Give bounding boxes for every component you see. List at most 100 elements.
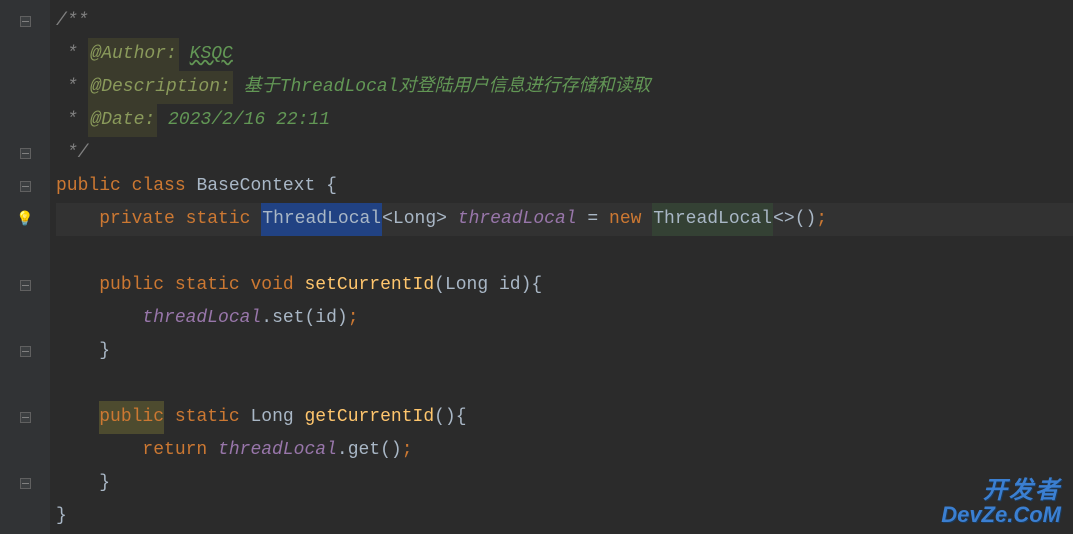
- editor-gutter: 💡: [0, 0, 50, 534]
- intention-bulb-icon[interactable]: 💡: [16, 211, 33, 228]
- semicolon: ;: [816, 203, 827, 236]
- keyword-public-highlighted: public: [99, 401, 164, 434]
- gutter-row: [0, 236, 50, 269]
- gutter-row: [0, 104, 50, 137]
- field-threadlocal: threadLocal: [142, 302, 261, 335]
- code-line[interactable]: public static void setCurrentId(Long id)…: [56, 269, 1073, 302]
- semicolon: ;: [402, 434, 413, 467]
- type-threadlocal-match: ThreadLocal: [652, 203, 773, 236]
- parentheses: (): [795, 203, 817, 236]
- code-line[interactable]: }: [56, 335, 1073, 368]
- fold-toggle-icon[interactable]: [20, 412, 31, 423]
- javadoc-tag-description: @Description:: [88, 71, 232, 104]
- method-getcurrentid: getCurrentId: [305, 401, 435, 434]
- class-name: BaseContext: [196, 170, 315, 203]
- angle-bracket: >: [436, 203, 447, 236]
- fold-toggle-icon[interactable]: [20, 280, 31, 291]
- code-line[interactable]: public class BaseContext {: [56, 170, 1073, 203]
- code-line[interactable]: return threadLocal.get();: [56, 434, 1073, 467]
- brace-close: }: [99, 335, 110, 368]
- keyword-new: new: [609, 203, 641, 236]
- gutter-row: [0, 335, 50, 368]
- semicolon: ;: [348, 302, 359, 335]
- code-line[interactable]: * @Description: 基于ThreadLocal对登陆用户信息进行存储…: [56, 71, 1073, 104]
- brace-open: {: [326, 170, 337, 203]
- fold-toggle-icon[interactable]: [20, 346, 31, 357]
- gutter-row: [0, 71, 50, 104]
- code-line[interactable]: }: [56, 467, 1073, 500]
- code-line[interactable]: public static Long getCurrentId(){: [56, 401, 1073, 434]
- javadoc-tag-date: @Date:: [88, 104, 157, 137]
- diamond-operator: <>: [773, 203, 795, 236]
- dot-operator: .: [261, 302, 272, 335]
- javadoc-close: */: [56, 137, 88, 170]
- comment-prefix: *: [56, 104, 88, 137]
- fold-toggle-icon[interactable]: [20, 16, 31, 27]
- return-type-long: Long: [250, 401, 293, 434]
- fold-toggle-icon[interactable]: [20, 148, 31, 159]
- field-threadlocal: threadLocal: [458, 203, 577, 236]
- code-line-current[interactable]: private static ThreadLocal<Long> threadL…: [56, 203, 1073, 236]
- brace-close: }: [99, 467, 110, 500]
- brace-close: }: [56, 500, 67, 533]
- brace-open: {: [456, 401, 467, 434]
- keyword-class: class: [132, 170, 186, 203]
- code-line[interactable]: */: [56, 137, 1073, 170]
- gutter-row: [0, 434, 50, 467]
- keyword-static: static: [175, 269, 240, 302]
- keyword-private: private: [99, 203, 175, 236]
- method-setcurrentid: setCurrentId: [305, 269, 435, 302]
- javadoc-tag-author: @Author:: [88, 38, 178, 71]
- keyword-public: public: [99, 269, 164, 302]
- fold-toggle-icon[interactable]: [20, 181, 31, 192]
- keyword-void: void: [250, 269, 293, 302]
- fold-toggle-icon[interactable]: [20, 478, 31, 489]
- method-get: get: [348, 434, 380, 467]
- gutter-row: [0, 137, 50, 170]
- code-line[interactable]: }: [56, 500, 1073, 533]
- comment-prefix: *: [56, 38, 88, 71]
- paren-open: (: [304, 302, 315, 335]
- code-line[interactable]: * @Author: KSQC: [56, 38, 1073, 71]
- type-long: Long: [393, 203, 436, 236]
- gutter-row: [0, 401, 50, 434]
- dot-operator: .: [337, 434, 348, 467]
- keyword-static: static: [175, 401, 240, 434]
- code-line[interactable]: * @Date: 2023/2/16 22:11: [56, 104, 1073, 137]
- arg-id: id: [315, 302, 337, 335]
- javadoc-author-value: KSQC: [190, 38, 233, 71]
- comment-prefix: *: [56, 71, 88, 104]
- gutter-row: 💡: [0, 203, 50, 236]
- angle-bracket: <: [382, 203, 393, 236]
- code-line[interactable]: /**: [56, 5, 1073, 38]
- equals-operator: =: [587, 203, 598, 236]
- brace-open: {: [531, 269, 542, 302]
- method-set: set: [272, 302, 304, 335]
- javadoc-open: /**: [56, 5, 88, 38]
- param-type-long: Long: [445, 269, 488, 302]
- code-area[interactable]: /** * @Author: KSQC * @Description: 基于Th…: [50, 0, 1073, 534]
- gutter-row: [0, 170, 50, 203]
- gutter-row: [0, 38, 50, 71]
- parentheses: (): [434, 401, 456, 434]
- gutter-row: [0, 302, 50, 335]
- type-threadlocal-selected: ThreadLocal: [261, 203, 382, 236]
- javadoc-description-value: 基于ThreadLocal对登陆用户信息进行存储和读取: [244, 71, 651, 104]
- keyword-return: return: [142, 434, 207, 467]
- code-line[interactable]: threadLocal.set(id);: [56, 302, 1073, 335]
- paren-close: ): [337, 302, 348, 335]
- parentheses: (): [380, 434, 402, 467]
- code-editor[interactable]: 💡 /** * @Author: KSQC * @Description: 基于…: [0, 0, 1073, 534]
- gutter-row: [0, 467, 50, 500]
- gutter-row: [0, 5, 50, 38]
- param-id: id: [499, 269, 521, 302]
- javadoc-date-value: 2023/2/16 22:11: [168, 104, 330, 137]
- code-line-blank[interactable]: [56, 368, 1073, 401]
- keyword-static: static: [186, 203, 251, 236]
- code-line-blank[interactable]: [56, 236, 1073, 269]
- keyword-public: public: [56, 170, 121, 203]
- gutter-row: [0, 269, 50, 302]
- field-threadlocal: threadLocal: [218, 434, 337, 467]
- gutter-row: [0, 500, 50, 533]
- paren-close: ): [521, 269, 532, 302]
